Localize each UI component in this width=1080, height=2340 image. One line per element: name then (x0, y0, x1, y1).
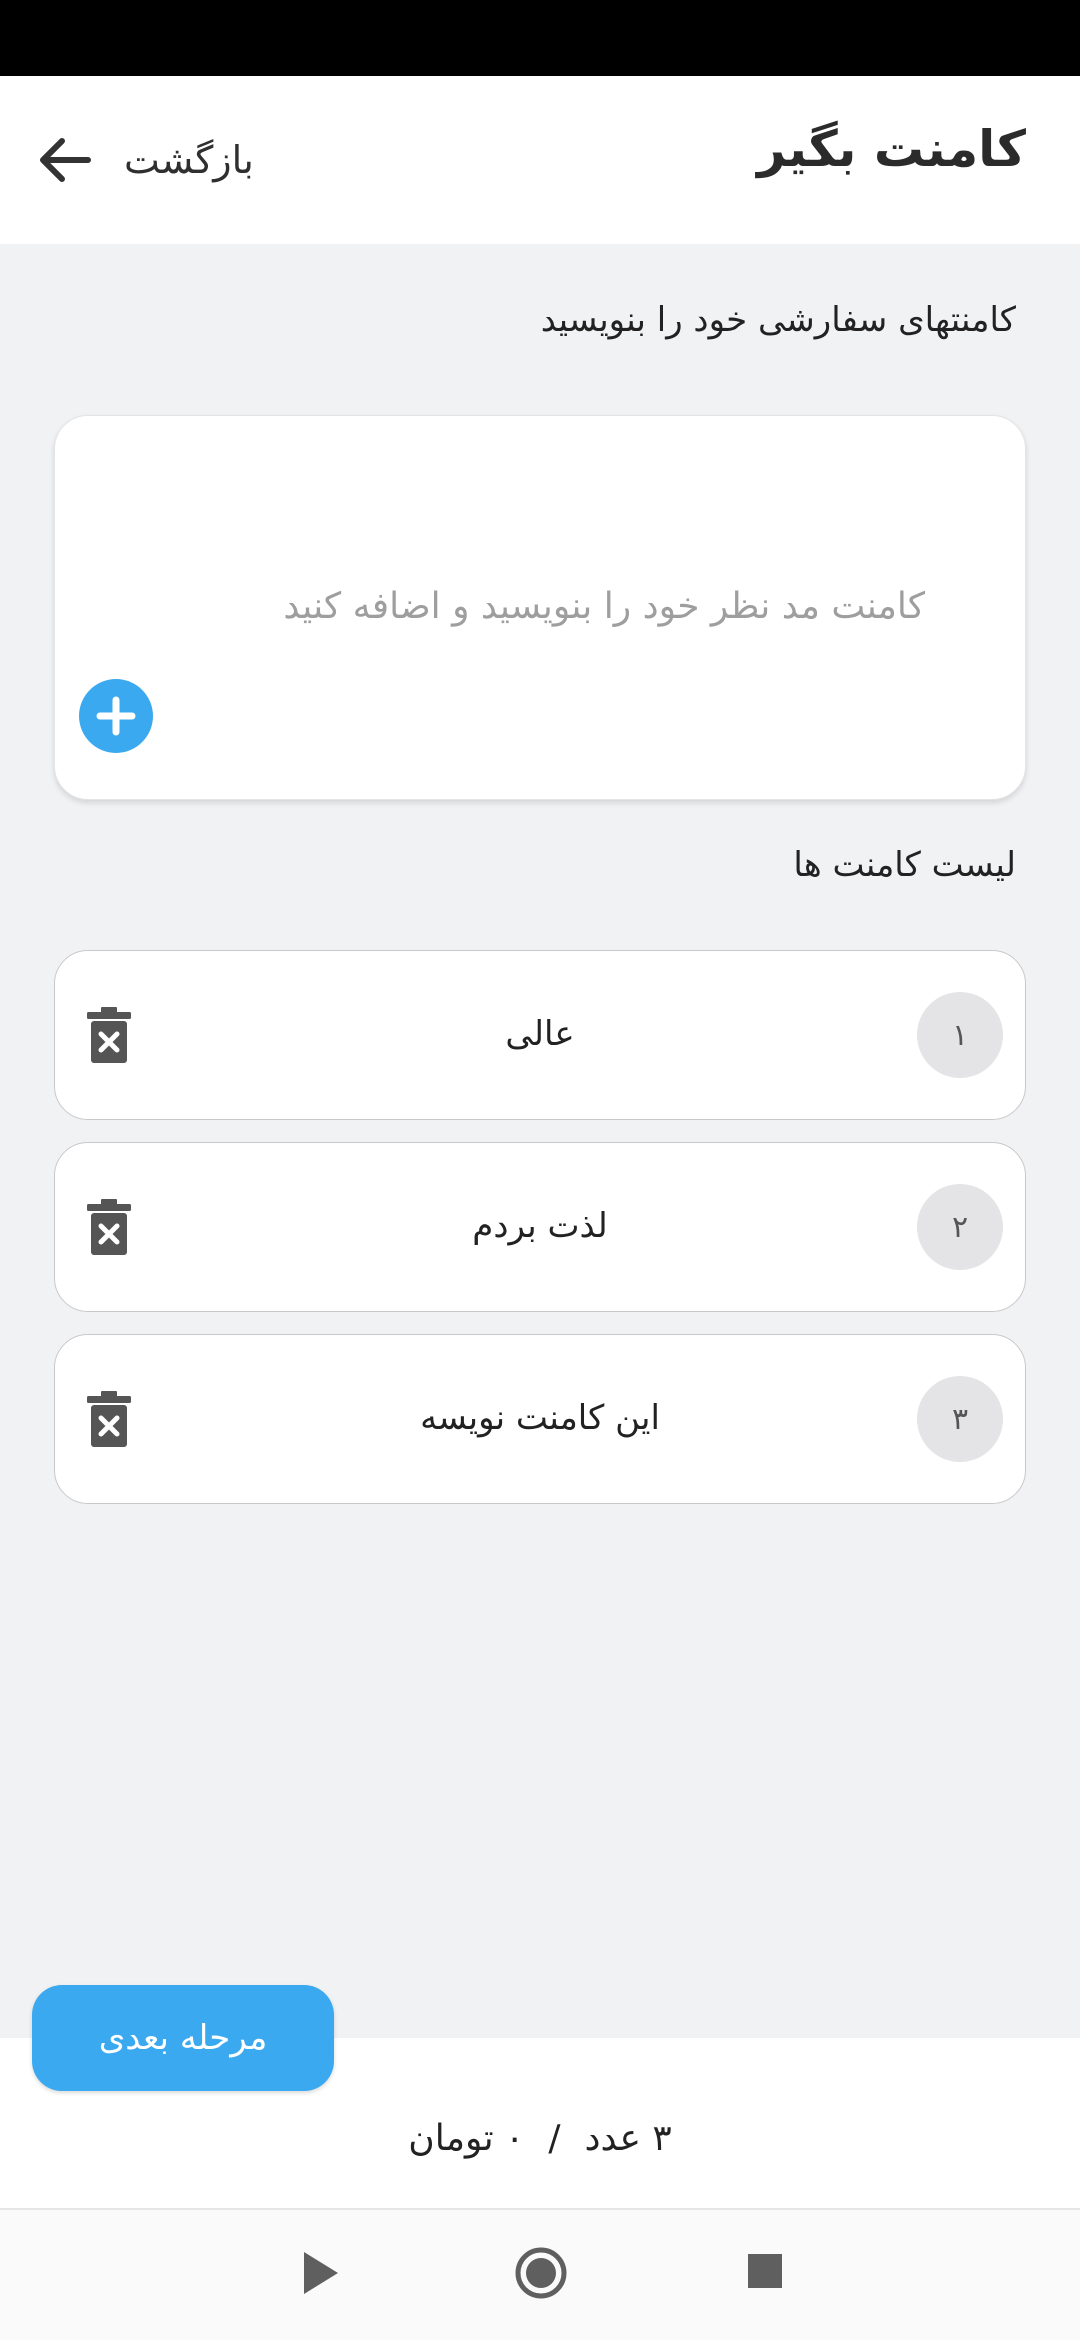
circle-home-icon[interactable] (514, 2246, 568, 2300)
trash-x-icon[interactable] (85, 1391, 133, 1447)
item-text: عالی (505, 1014, 575, 1054)
trash-x-icon[interactable] (85, 1199, 133, 1255)
add-comment-button[interactable] (79, 679, 153, 753)
order-summary: ۳ عدد / ۰ تومان (0, 2118, 1080, 2159)
status-bar (0, 0, 1080, 76)
item-number: ۱ (917, 992, 1003, 1078)
comment-count: ۳ عدد (584, 2118, 672, 2159)
total-price: ۰ تومان (408, 2118, 525, 2159)
back-label: بازگشت (124, 138, 254, 182)
system-nav-bar (0, 2210, 1080, 2340)
item-text: لذت بردم (472, 1206, 608, 1246)
custom-comments-label: کامنتهای سفارشی خود را بنویسید (540, 300, 1016, 340)
page-title: کامنت بگیر (757, 120, 1026, 178)
back-button[interactable]: بازگشت (36, 120, 254, 200)
item-number: ۳ (917, 1376, 1003, 1462)
trash-x-icon[interactable] (85, 1007, 133, 1063)
summary-separator: / (548, 2118, 561, 2159)
comment-input-card (54, 415, 1026, 800)
next-step-button[interactable]: مرحله بعدی (32, 1985, 334, 2091)
square-recents-icon[interactable] (746, 2252, 784, 2290)
triangle-play-icon[interactable] (300, 2248, 342, 2298)
app-bar: کامنت بگیر بازگشت (0, 76, 1080, 244)
comment-list-label: لیست کامنت ها (793, 845, 1016, 885)
plus-icon (96, 696, 136, 736)
comment-item: ۳ این کامنت نویسه (54, 1334, 1026, 1504)
comment-item: ۲ لذت بردم (54, 1142, 1026, 1312)
item-number: ۲ (917, 1184, 1003, 1270)
comment-input[interactable] (175, 566, 965, 646)
comment-item: ۱ عالی (54, 950, 1026, 1120)
arrow-left-icon (36, 131, 94, 189)
item-text: این کامنت نویسه (420, 1398, 660, 1438)
